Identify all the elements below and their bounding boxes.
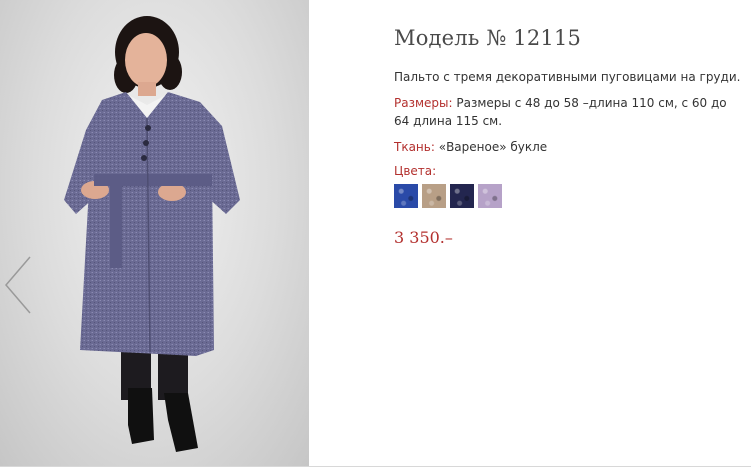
colors-label: Цвета: (394, 164, 437, 178)
color-swatch-navy[interactable] (450, 184, 474, 208)
color-swatch-beige[interactable] (422, 184, 446, 208)
color-swatches (394, 184, 744, 208)
product-title: Модель № 12115 (394, 26, 582, 50)
chevron-left-icon (5, 256, 31, 314)
model-photo-illustration (64, 16, 240, 452)
fabric-label: Ткань: (394, 140, 435, 154)
product-photo (0, 0, 309, 466)
product-description: Пальто с тремя декоративными пуговицами … (394, 70, 741, 84)
color-swatch-blue[interactable] (394, 184, 418, 208)
product-details: Модель № 12115 Пальто с тремя декоративн… (394, 22, 744, 247)
prev-image-button[interactable] (2, 255, 34, 315)
fabric-value: «Вареное» букле (438, 140, 548, 154)
product-price: 3 350.– (394, 228, 453, 247)
sizes-label: Размеры: (394, 96, 453, 110)
divider (0, 466, 751, 467)
sizes-row: Размеры: Размеры с 48 до 58 –длина 110 с… (394, 94, 744, 130)
fabric-row: Ткань: «Вареное» букле (394, 138, 744, 156)
color-swatch-lilac[interactable] (478, 184, 502, 208)
